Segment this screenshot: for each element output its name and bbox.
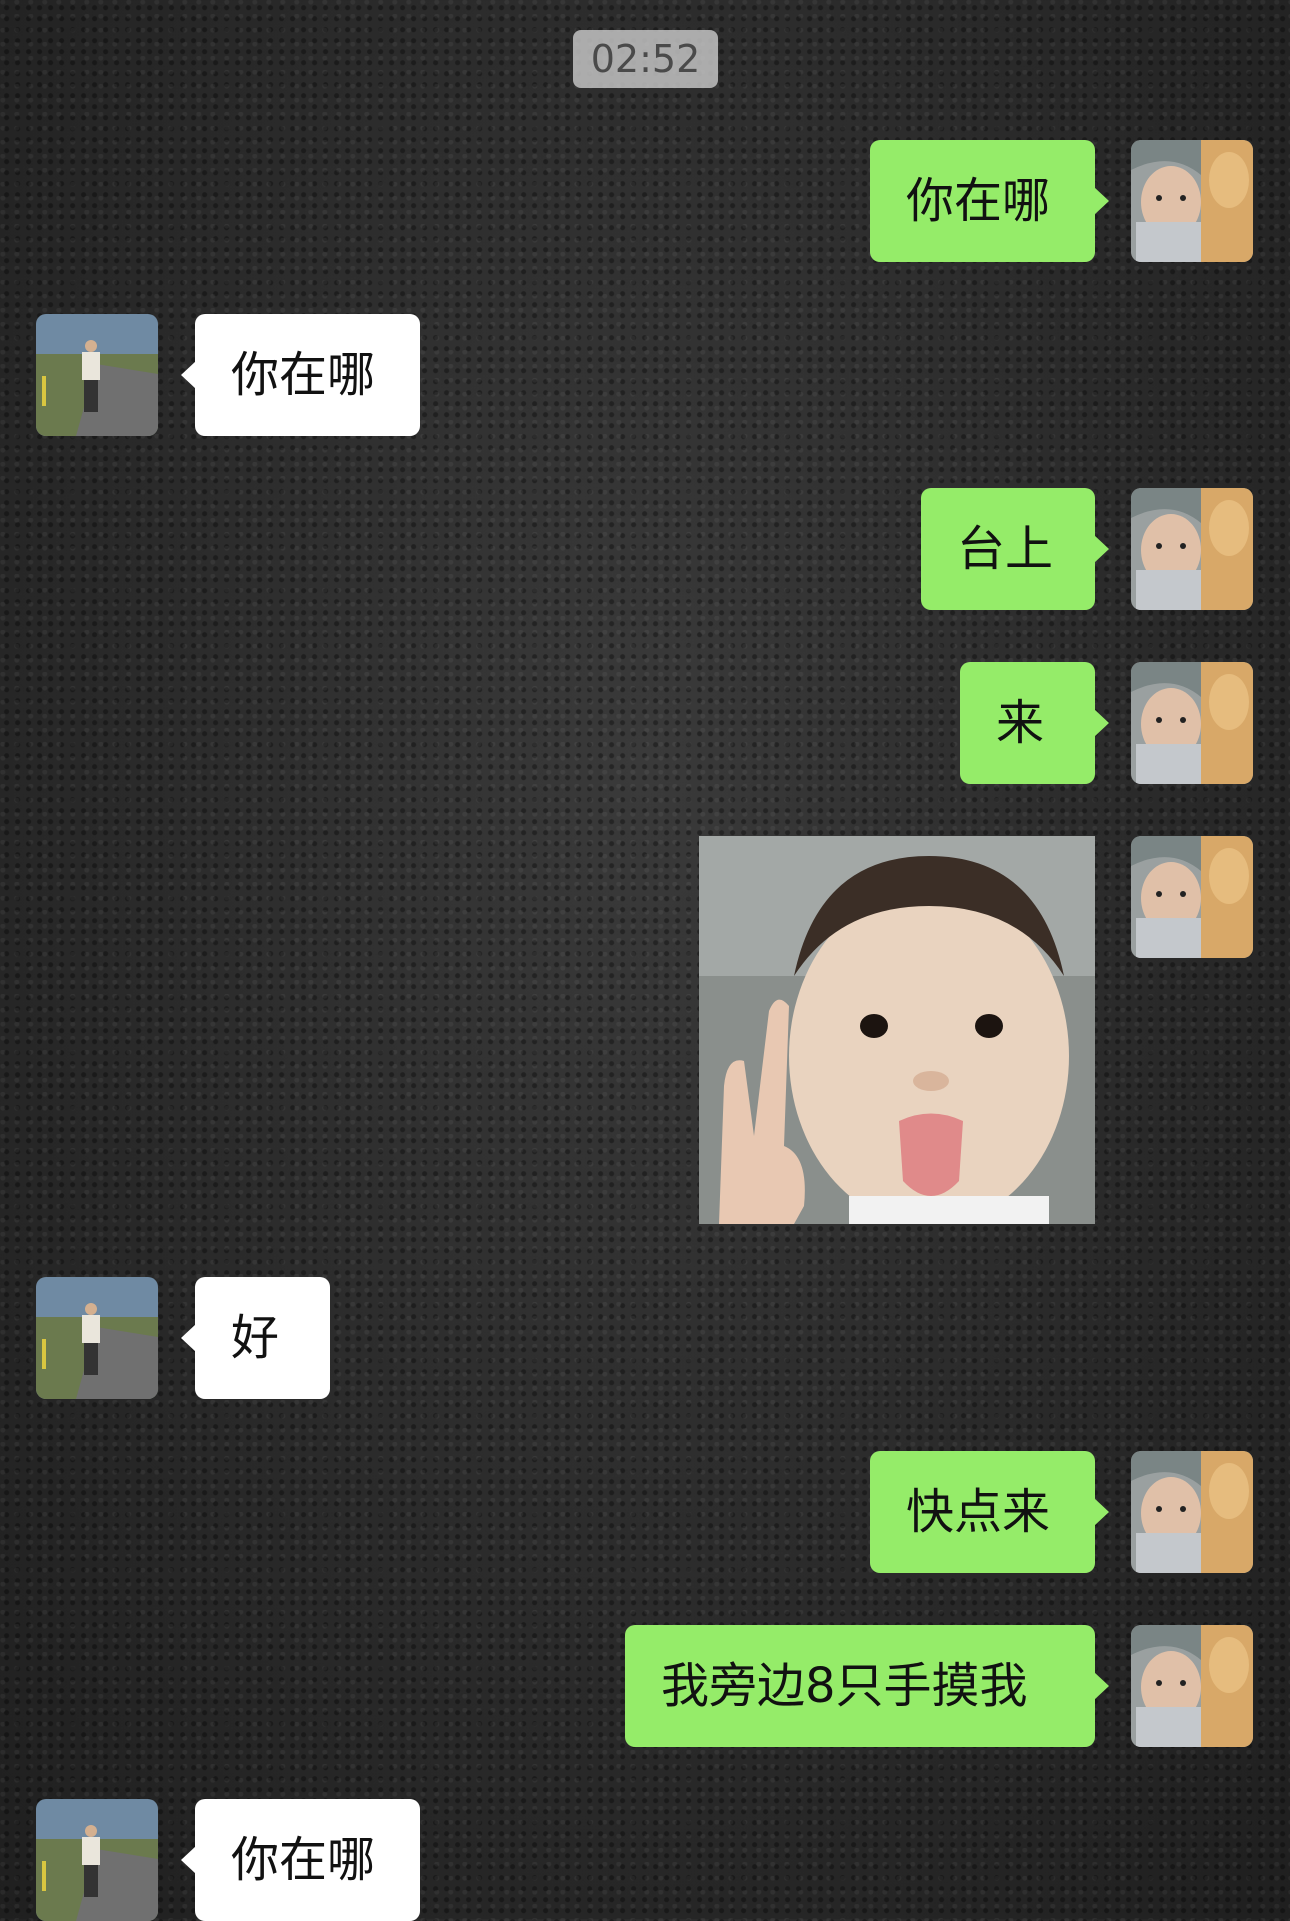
message-timestamp: 02:52 — [573, 30, 718, 88]
sent-message-bubble[interactable]: 快点来 — [870, 1451, 1109, 1573]
sent-message-bubble[interactable]: 你在哪 — [870, 140, 1109, 262]
peer-avatar[interactable] — [36, 1799, 158, 1921]
sent-message-bubble[interactable]: 来 — [960, 662, 1109, 784]
self-avatar[interactable] — [1131, 140, 1253, 262]
sticker-image[interactable] — [699, 836, 1095, 1224]
self-avatar[interactable] — [1131, 662, 1253, 784]
sent-message-bubble[interactable]: 我旁边8只手摸我 — [625, 1625, 1109, 1747]
peer-avatar[interactable] — [36, 1277, 158, 1399]
received-message-bubble[interactable]: 你在哪 — [181, 314, 420, 436]
received-message-bubble[interactable]: 你在哪 — [181, 1799, 420, 1921]
self-avatar[interactable] — [1131, 1451, 1253, 1573]
received-message-bubble[interactable]: 好 — [181, 1277, 330, 1399]
self-avatar[interactable] — [1131, 836, 1253, 958]
peer-avatar[interactable] — [36, 314, 158, 436]
baby-sticker-icon — [699, 836, 1095, 1224]
self-avatar[interactable] — [1131, 1625, 1253, 1747]
self-avatar[interactable] — [1131, 488, 1253, 610]
sent-message-bubble[interactable]: 台上 — [921, 488, 1109, 610]
